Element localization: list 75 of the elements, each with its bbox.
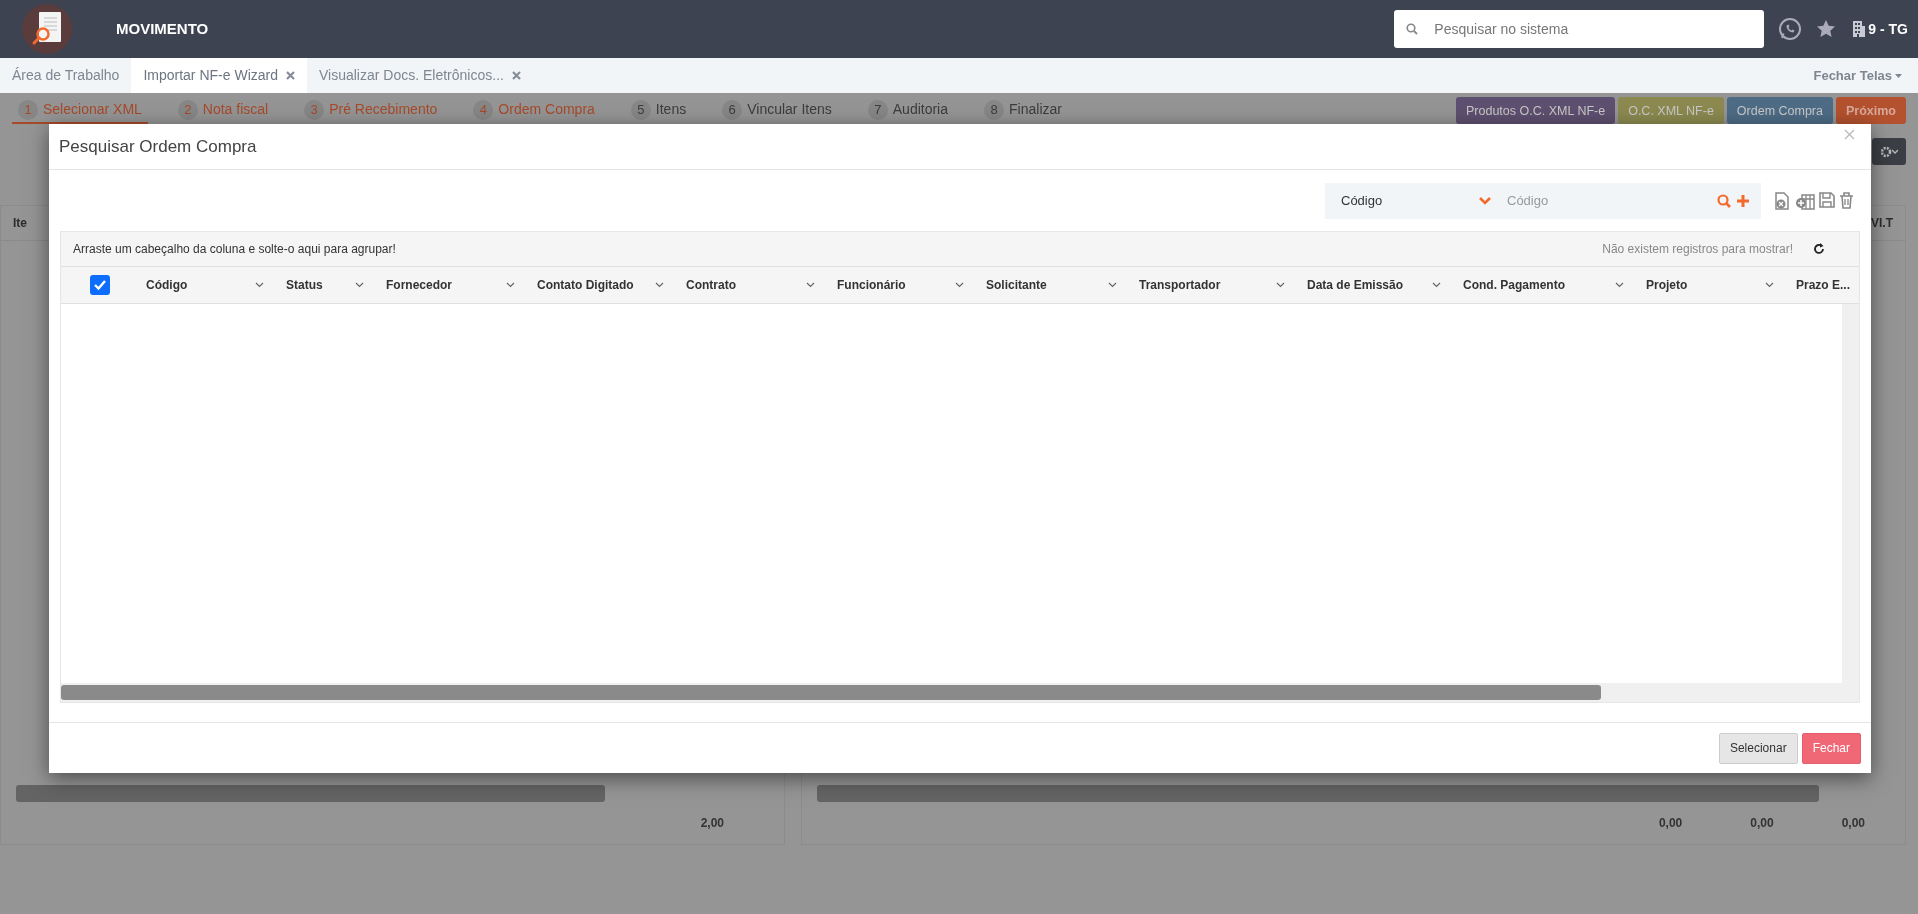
vertical-scrollbar[interactable] [1842,304,1859,683]
add-column-icon[interactable] [1795,191,1815,210]
column-header[interactable]: Código [138,276,278,294]
chevron-icon [1479,196,1491,205]
chevron-icon [806,282,815,288]
company-selector[interactable]: 9 - TG [1852,18,1908,40]
search-input[interactable]: Código [1505,189,1717,212]
settings-button[interactable] [1872,138,1906,165]
field-dropdown[interactable]: Código [1341,190,1491,211]
app-title: MOVIMENTO [116,18,209,39]
column-header[interactable]: Prazo E... [1788,276,1859,294]
total-value: 0,00 [1658,815,1683,832]
dialog-title: Pesquisar Ordem Compra [59,135,257,158]
search-icon[interactable] [1717,193,1731,208]
column-header[interactable]: Status [278,276,378,294]
scrollbar-thumb[interactable] [817,785,1819,802]
scrollbar-thumb[interactable] [16,785,605,802]
wizard-step[interactable]: 6 Vincular Itens [716,97,838,124]
search-field[interactable]: Pesquisar no sistema [1394,10,1765,48]
close-icon [1844,129,1855,140]
column-header: Ite [13,216,27,230]
column-header[interactable]: Cond. Pagamento [1455,276,1638,294]
star-icon[interactable] [1816,19,1837,39]
clear-filter-icon[interactable] [1773,191,1791,210]
close-button[interactable]: Fechar [1801,732,1861,764]
column-header: VI.T [1871,216,1893,230]
logo-icon [22,4,72,54]
building-icon [1852,20,1867,38]
empty-message: Não existem registros para mostrar! [1602,241,1793,258]
chevron-icon [1615,282,1624,288]
chevron-icon [1432,282,1441,288]
close-tabs-menu[interactable]: Fechar Telas [1807,64,1908,87]
chevron-icon [655,282,664,288]
total-value: 2,00 [700,815,724,832]
group-hint: Arraste um cabeçalho da coluna e solte-o aqui para agrupar! [73,241,396,258]
chevron-icon [1765,282,1774,288]
action-button[interactable]: Ordem Compra [1726,97,1833,124]
total-value: 0,00 [1841,815,1865,832]
chevron-icon [506,282,515,288]
check-icon [93,280,106,290]
refresh-icon[interactable] [1813,243,1825,255]
close-icon[interactable] [286,71,295,80]
chevron-icon [1108,282,1117,288]
close-icon[interactable] [511,71,521,80]
column-header[interactable]: Contrato [678,276,829,294]
tab[interactable]: Área de Trabalho [0,58,132,93]
column-header[interactable]: Data de Emissão [1299,276,1455,294]
chevron-icon [1276,282,1285,288]
select-button[interactable]: Selecionar [1718,732,1798,764]
chat-icon[interactable] [1778,17,1803,41]
tab[interactable]: Importar NF-e Wizard [131,58,307,93]
column-header[interactable]: Fornecedor [378,276,529,294]
wizard-step[interactable]: 5 Itens [624,97,693,124]
column-header[interactable]: Projeto [1638,276,1788,294]
column-header[interactable]: Transportador [1131,276,1299,294]
search-icon [1406,23,1419,35]
select-all-checkbox[interactable] [89,275,110,295]
column-header[interactable]: Funcionário [829,276,978,294]
column-header[interactable]: Solicitante [978,276,1131,294]
column-header[interactable]: Contato Digitado [529,276,678,294]
tab[interactable]: Visualizar Docs. Eletrônicos... [307,58,533,93]
chevron-icon [955,282,964,288]
wizard-step[interactable]: 7 Auditoria [861,97,955,124]
scrollbar-thumb[interactable] [61,685,1601,700]
total-value: 0,00 [1750,815,1774,832]
plus-icon[interactable] [1737,194,1749,207]
caret-icon [1895,73,1902,78]
gear-icon [1880,145,1898,158]
chevron-icon [255,282,264,288]
trash-icon[interactable] [1839,191,1854,209]
save-icon[interactable] [1819,191,1835,208]
filter-field[interactable]: Código Código [1325,182,1761,219]
chevron-icon [355,282,364,288]
wizard-step[interactable]: 8 Finalizar [978,97,1068,124]
action-button[interactable]: Produtos O.C. XML NF-e [1456,97,1616,124]
